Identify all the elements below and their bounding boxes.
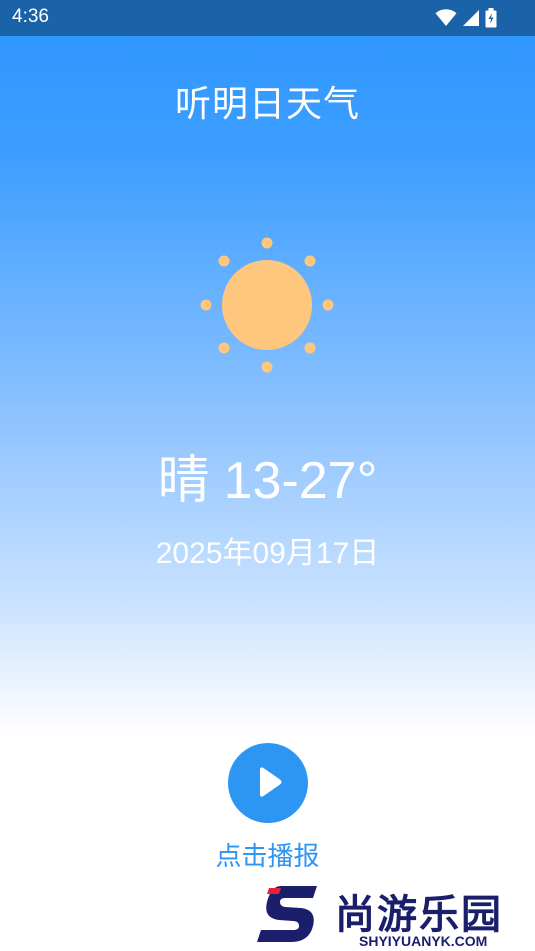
play-label[interactable]: 点击播报 (0, 836, 535, 873)
status-bar: 4:36 (0, 0, 535, 36)
cellular-signal-icon (462, 9, 480, 27)
battery-icon (485, 8, 497, 28)
weather-condition: 晴 (157, 452, 210, 510)
watermark: 尚游乐园 SHYIYUANYK.COM (255, 880, 535, 951)
watermark-logo (257, 886, 317, 942)
play-icon (260, 767, 282, 797)
app-title: 听明日天气 (174, 84, 360, 125)
sun-icon (197, 235, 337, 375)
play-button[interactable] (228, 743, 308, 823)
wifi-icon (435, 9, 457, 27)
status-time: 4:36 (12, 6, 49, 27)
temperature-range: 13-27° (223, 452, 378, 510)
watermark-url: SHYIYUANYK.COM (359, 933, 488, 949)
watermark-title: 尚游乐园 (335, 892, 503, 938)
weather-date: 2025年09月17日 (155, 537, 380, 570)
weather-screen: 4:36 听明日天气 晴 13-27° 2025年09月17日 点击播报 尚游乐… (0, 0, 535, 951)
weather-summary: 晴 13-27° (0, 448, 535, 514)
status-icons (435, 7, 497, 29)
